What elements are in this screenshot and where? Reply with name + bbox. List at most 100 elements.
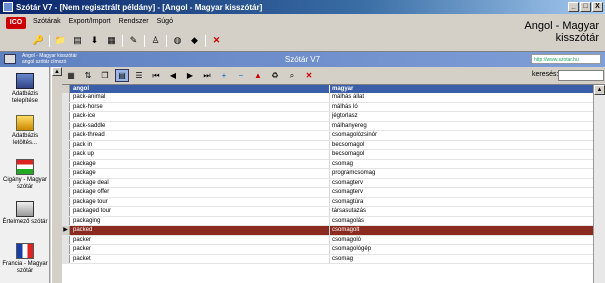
cell-english[interactable]: pack up: [70, 150, 330, 159]
table-row[interactable]: packet csomag: [62, 254, 593, 264]
table-row[interactable]: pack-horse málhás ló: [62, 102, 593, 112]
sidebar-item-install-database[interactable]: Adatbázis telepítése: [0, 73, 50, 105]
cell-hungarian[interactable]: csomagolt: [330, 226, 593, 235]
cell-english[interactable]: package tour: [70, 197, 330, 206]
refresh-icon[interactable]: ♻: [268, 69, 282, 82]
cell-hungarian[interactable]: csomagolózsinór: [330, 131, 593, 140]
row-selector[interactable]: [62, 131, 70, 140]
cell-english[interactable]: package: [70, 169, 330, 178]
table-row[interactable]: package csomag: [62, 159, 593, 169]
maximize-button[interactable]: □: [580, 2, 591, 12]
table-row[interactable]: package deal csomagterv: [62, 178, 593, 188]
prev-record-icon[interactable]: ◀: [166, 69, 180, 82]
cell-hungarian[interactable]: becsomagol: [330, 150, 593, 159]
last-record-icon[interactable]: ⏭: [200, 69, 214, 82]
row-selector[interactable]: [62, 197, 70, 206]
cell-english[interactable]: pack-thread: [70, 131, 330, 140]
row-selector[interactable]: [62, 102, 70, 111]
save-icon[interactable]: ▤: [71, 34, 84, 47]
sidebar-item-download-database[interactable]: Adatbázis letöltés...: [0, 115, 50, 147]
sidebar-item-gypsy-hungarian[interactable]: Cigány - Magyar szótár: [0, 159, 50, 191]
menu-sugo[interactable]: Súgó: [156, 18, 174, 25]
table-row[interactable]: packer csomagoló: [62, 235, 593, 245]
cell-english[interactable]: packaged tour: [70, 207, 330, 216]
cell-english[interactable]: pack-animal: [70, 93, 330, 102]
row-selector[interactable]: [62, 254, 70, 263]
row-selector[interactable]: [62, 216, 70, 225]
binoculars-icon[interactable]: ⌕: [285, 69, 299, 82]
cell-english[interactable]: package deal: [70, 178, 330, 187]
row-selector[interactable]: [62, 169, 70, 178]
cell-hungarian[interactable]: jégtorlasz: [330, 112, 593, 121]
globe-icon[interactable]: ◍: [171, 34, 184, 47]
row-selector[interactable]: [62, 207, 70, 216]
cell-english[interactable]: pack-saddle: [70, 121, 330, 130]
row-selector[interactable]: [62, 150, 70, 159]
cell-hungarian[interactable]: programcsomag: [330, 169, 593, 178]
search-input[interactable]: [558, 70, 604, 81]
table-row[interactable]: pack-thread csomagolózsinór: [62, 131, 593, 141]
row-selector[interactable]: [62, 188, 70, 197]
sidebar-item-french-hungarian[interactable]: Francia - Magyar szótár: [0, 243, 50, 275]
cell-hungarian[interactable]: csomagterv: [330, 188, 593, 197]
menu-szotarak[interactable]: Szótárak: [32, 18, 62, 25]
cancel-icon[interactable]: ✕: [302, 69, 316, 82]
cell-english[interactable]: packaging: [70, 216, 330, 225]
table-row[interactable]: package offer csomagterv: [62, 188, 593, 198]
table-row[interactable]: package programcsomag: [62, 169, 593, 179]
menu-rendszer[interactable]: Rendszer: [118, 18, 150, 25]
folder-icon[interactable]: 📁: [54, 34, 67, 47]
grid-scrollbar[interactable]: ▲: [593, 85, 605, 283]
cell-english[interactable]: packed: [70, 226, 330, 235]
cell-english[interactable]: pack-ice: [70, 112, 330, 121]
edit-icon[interactable]: ✎: [127, 34, 140, 47]
next-record-icon[interactable]: ▶: [183, 69, 197, 82]
move-up-icon[interactable]: ▲: [251, 69, 265, 82]
split-view-icon[interactable]: ☰: [132, 69, 146, 82]
minimize-button[interactable]: _: [568, 2, 579, 12]
table-row[interactable]: pack in becsomagol: [62, 140, 593, 150]
website-link[interactable]: http://www.szotar.hu: [531, 54, 601, 64]
key-icon[interactable]: 🔑: [32, 34, 45, 47]
cell-english[interactable]: pack in: [70, 140, 330, 149]
remove-record-icon[interactable]: −: [234, 69, 248, 82]
print-icon[interactable]: ▦: [105, 34, 118, 47]
row-selector[interactable]: [62, 93, 70, 102]
cell-hungarian[interactable]: csomagtúra: [330, 198, 593, 207]
table-row[interactable]: ▶ packed csomagolt: [62, 226, 593, 236]
table-row[interactable]: packer csomagológép: [62, 245, 593, 255]
scroll-up-icon[interactable]: ▲: [52, 67, 62, 76]
row-selector[interactable]: [62, 245, 70, 254]
table-row[interactable]: package tour csomagtúra: [62, 197, 593, 207]
column-header-hungarian[interactable]: magyar: [330, 85, 593, 93]
row-selector[interactable]: [62, 121, 70, 130]
cell-english[interactable]: packer: [70, 245, 330, 254]
add-record-icon[interactable]: +: [217, 69, 231, 82]
scroll-up-icon[interactable]: ▲: [594, 85, 605, 95]
cell-hungarian[interactable]: málhanyereg: [330, 122, 593, 131]
delete-icon[interactable]: ✕: [210, 34, 223, 47]
table-row[interactable]: packaged tour társasutazás: [62, 207, 593, 217]
row-selector[interactable]: ▶: [62, 226, 70, 235]
row-selector[interactable]: [62, 159, 70, 168]
row-selector[interactable]: [62, 235, 70, 244]
copy-icon[interactable]: ❐: [98, 69, 112, 82]
close-button[interactable]: X: [592, 2, 603, 12]
cell-hungarian[interactable]: csomagolás: [330, 217, 593, 226]
cell-hungarian[interactable]: becsomagol: [330, 141, 593, 150]
table-row[interactable]: packaging csomagolás: [62, 216, 593, 226]
table-row[interactable]: pack-ice jégtorlasz: [62, 112, 593, 122]
row-selector[interactable]: [62, 140, 70, 149]
cell-hungarian[interactable]: csomagterv: [330, 179, 593, 188]
table-row[interactable]: pack-saddle málhanyereg: [62, 121, 593, 131]
menu-export-import[interactable]: Export/Import: [68, 18, 112, 25]
cell-hungarian[interactable]: málhás állat: [330, 93, 593, 102]
table-row[interactable]: pack up becsomagol: [62, 150, 593, 160]
import-icon[interactable]: ⬇: [88, 34, 101, 47]
person-icon[interactable]: ♙: [149, 34, 162, 47]
grid-icon[interactable]: ▦: [64, 69, 78, 82]
first-record-icon[interactable]: ⏮: [149, 69, 163, 82]
row-selector[interactable]: [62, 112, 70, 121]
cell-english[interactable]: packer: [70, 235, 330, 244]
column-header-english[interactable]: angol: [70, 85, 330, 93]
